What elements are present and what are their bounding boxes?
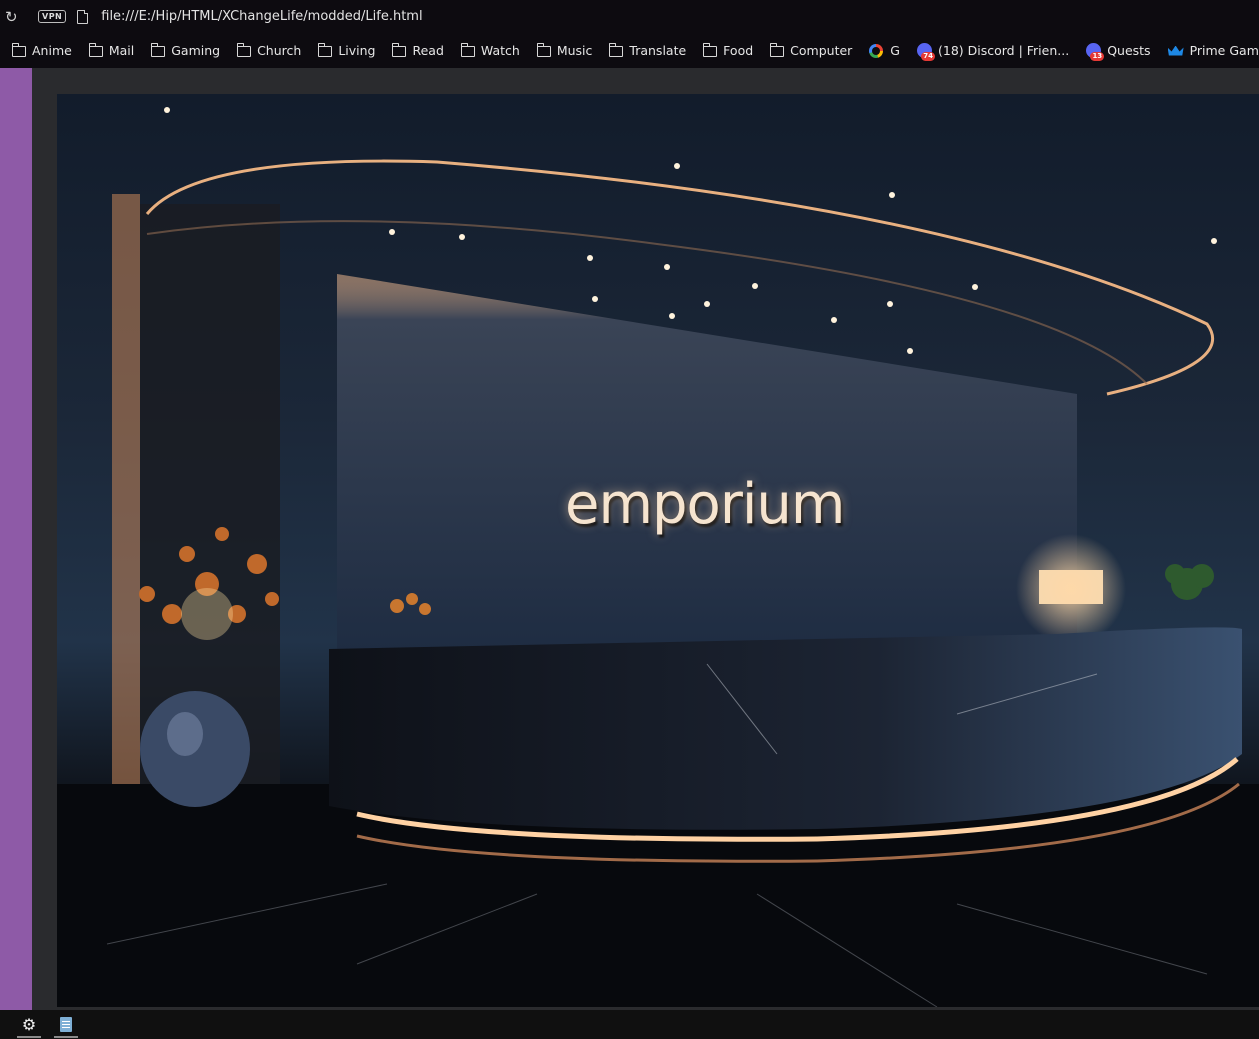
google-icon <box>869 43 884 58</box>
bookmark-label: (18) Discord | Frien... <box>937 43 1070 58</box>
file-icon <box>77 9 89 24</box>
notepad-glyph <box>60 1017 72 1032</box>
folder-icon <box>392 43 407 57</box>
bookmark-translate[interactable]: Translate <box>609 43 686 58</box>
reload-icon[interactable]: ↻ <box>5 9 21 25</box>
crown-icon <box>1167 45 1184 56</box>
folder-icon <box>318 43 333 57</box>
address-bar: ↻ VPN file:///E:/Hip/HTML/XChangeLife/mo… <box>0 0 1259 33</box>
bookmark-label: Prime Gaming - H... <box>1189 43 1259 58</box>
bookmark-label: Gaming <box>171 43 221 58</box>
bookmark-computer[interactable]: Computer <box>769 43 853 58</box>
bookmark-prime-gaming[interactable]: Prime Gaming - H... <box>1167 43 1259 58</box>
taskbar: ⚙ <box>0 1010 1259 1039</box>
notification-badge: 74 <box>921 52 935 61</box>
pillar-glow <box>112 194 140 814</box>
emporium-lobby-image: emporium <box>57 94 1259 1007</box>
bookmark-label: G <box>890 43 900 58</box>
bookmark-read[interactable]: Read <box>392 43 444 58</box>
bookmark-music[interactable]: Music <box>536 43 593 58</box>
bookmark-food[interactable]: Food <box>702 43 754 58</box>
bookmark-label: Mail <box>108 43 135 58</box>
ceiling-spotlights <box>164 107 1217 354</box>
bookmark-label: Watch <box>480 43 520 58</box>
vpn-badge[interactable]: VPN <box>38 10 67 23</box>
folder-icon <box>702 43 718 57</box>
right-plant <box>1165 564 1214 600</box>
bookmark-label: Read <box>412 43 444 58</box>
emporium-logo-sign: emporium <box>565 472 845 537</box>
settings-gear-icon[interactable]: ⚙ <box>14 1011 44 1038</box>
bookmark-label: Translate <box>629 43 687 58</box>
bookmark-mail[interactable]: Mail <box>88 43 135 58</box>
notification-badge: 13 <box>1090 52 1105 61</box>
folder-icon <box>88 43 103 57</box>
discord-icon: 74 <box>916 43 935 61</box>
folder-icon <box>236 43 252 57</box>
bookmark-label: Quests <box>1107 43 1151 58</box>
lamp-glow <box>1016 534 1126 644</box>
folder-icon <box>150 43 166 57</box>
bookmark-quests[interactable]: 13 Quests <box>1086 43 1151 61</box>
bookmark-living[interactable]: Living <box>318 43 375 58</box>
flower-glow <box>181 588 233 640</box>
folder-icon <box>609 43 624 57</box>
folder-icon <box>536 43 551 57</box>
back-wall <box>337 274 1077 654</box>
bookmark-gaming[interactable]: Gaming <box>150 43 221 58</box>
bookmark-label: Computer <box>790 43 853 58</box>
bookmark-label: Anime <box>32 43 72 58</box>
discord-icon: 13 <box>1086 43 1105 61</box>
bookmark-label: Music <box>556 43 593 58</box>
bookmarks-bar: Anime Mail Gaming Church Living Read Wat… <box>0 33 1259 68</box>
bookmark-church[interactable]: Church <box>236 43 302 58</box>
notepad-icon[interactable] <box>51 1011 81 1038</box>
folder-icon <box>11 43 26 57</box>
bookmark-google[interactable]: G <box>869 43 900 58</box>
bookmark-watch[interactable]: Watch <box>460 43 520 58</box>
bookmark-discord[interactable]: 74 (18) Discord | Frien... <box>916 43 1070 61</box>
folder-icon <box>460 43 475 57</box>
bookmark-label: Living <box>338 43 376 58</box>
bookmark-label: Food <box>723 43 754 58</box>
bookmark-label: Church <box>257 43 302 58</box>
folder-icon <box>769 43 785 57</box>
side-accent-strip <box>0 68 32 1010</box>
reception-desk <box>329 627 1242 830</box>
bookmark-anime[interactable]: Anime <box>11 43 72 58</box>
lobby-illustration <box>57 107 1259 1007</box>
url-text[interactable]: file:///E:/Hip/HTML/XChangeLife/modded/L… <box>101 9 422 24</box>
